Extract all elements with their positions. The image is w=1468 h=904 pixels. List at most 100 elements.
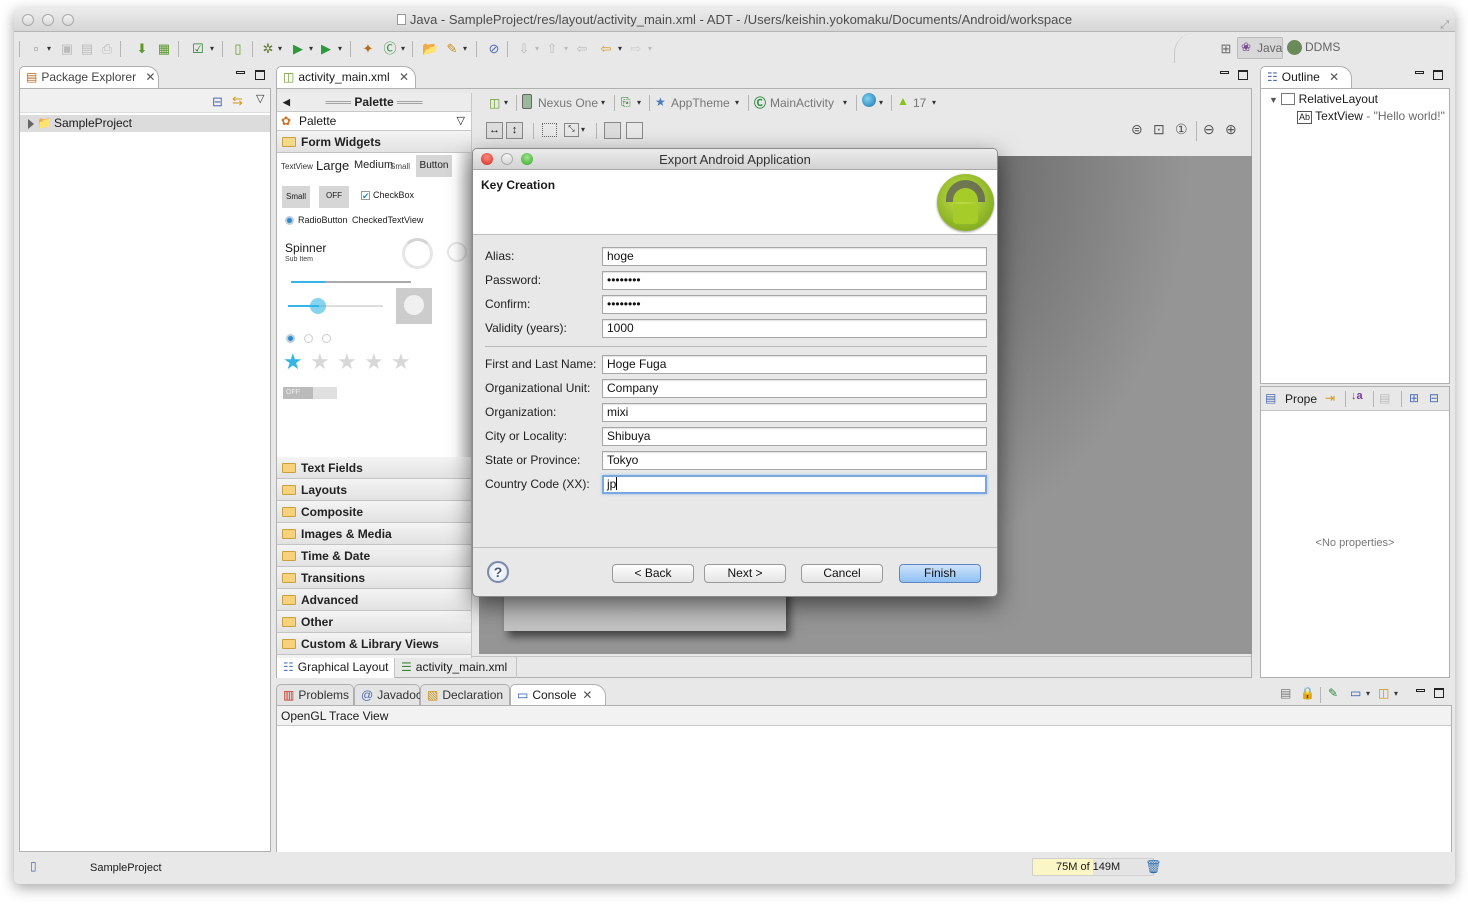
garbage-collect-icon[interactable]: 🗑 (1145, 859, 1162, 875)
locale-icon[interactable] (862, 93, 876, 107)
widget-small-text[interactable]: Small (390, 162, 410, 171)
open-perspective-icon[interactable]: ⊞ (1218, 41, 1234, 57)
display-console-icon[interactable]: ▭ (1350, 686, 1361, 700)
open-console-dropdown-icon[interactable]: ▾ (1394, 689, 1398, 698)
palette-category[interactable]: Layouts (277, 479, 471, 501)
minimize-icon[interactable] (1416, 689, 1425, 692)
dialog-zoom-button[interactable] (521, 153, 533, 165)
api-level-dropdown-icon[interactable]: ▾ (932, 98, 936, 107)
activity-dropdown-icon[interactable]: ▾ (843, 98, 847, 107)
close-icon[interactable]: ✕ (1329, 70, 1339, 84)
external-tools-dropdown-icon[interactable]: ▾ (332, 41, 348, 57)
lint-dropdown-icon[interactable]: ▾ (204, 41, 220, 57)
layout-width-icon[interactable] (604, 122, 621, 139)
maximize-icon[interactable] (255, 70, 265, 80)
palette-category[interactable]: Custom & Library Views (277, 633, 471, 655)
api-level-selector[interactable]: 17 (913, 96, 926, 110)
dialog-close-button[interactable] (481, 153, 493, 165)
locale-dropdown-icon[interactable]: ▾ (879, 98, 883, 107)
scroll-lock-icon[interactable]: 🔒 (1300, 686, 1315, 700)
forward-dropdown-icon[interactable]: ▾ (642, 41, 658, 57)
back-dropdown-icon[interactable]: ▾ (612, 41, 628, 57)
zoom-real-size-icon[interactable]: ⊜ (1131, 121, 1143, 138)
dialog-minimize-button[interactable] (501, 153, 513, 165)
field-input[interactable]: Company (602, 379, 987, 398)
widget-ratingbar[interactable]: ★ ★ ★ ★ ★ (283, 351, 423, 375)
field-input[interactable]: jp (602, 475, 987, 494)
maximize-icon[interactable] (1433, 70, 1443, 80)
widget-button[interactable]: Button (416, 155, 452, 177)
search-dropdown-icon[interactable]: ▾ (457, 41, 473, 57)
back-button[interactable]: < Back (612, 564, 694, 583)
layout-height-icon[interactable] (626, 122, 643, 139)
widget-checkbox[interactable]: CheckBox (373, 190, 414, 200)
ddms-perspective-button[interactable]: DDMS (1287, 37, 1347, 59)
widget-large-text[interactable]: Large (316, 158, 349, 173)
heap-status[interactable]: 75M of 149M (1032, 858, 1154, 876)
orientation-dropdown-icon[interactable]: ▾ (637, 98, 641, 107)
seekbar-thumb[interactable] (310, 298, 326, 314)
widget-spinner[interactable]: Spinner (285, 241, 326, 255)
close-window-button[interactable] (22, 14, 34, 26)
show-advanced-icon[interactable]: ⇥ (1325, 391, 1335, 405)
toggle-mark-occurrences-icon[interactable]: ⊘ (486, 41, 502, 57)
palette-category[interactable]: Images & Media (277, 523, 471, 545)
next-button[interactable]: Next > (704, 564, 786, 583)
save-all-icon[interactable]: ▤ (79, 41, 95, 57)
palette-category[interactable]: Text Fields (277, 457, 471, 479)
palette-category-form-widgets[interactable]: Form Widgets (277, 131, 471, 153)
minimize-icon[interactable] (236, 71, 245, 74)
outline-item-textview[interactable]: Ab TextView - "Hello world!" (1297, 109, 1445, 124)
help-icon[interactable]: ? (487, 561, 509, 583)
properties-tab-label[interactable]: Prope (1285, 392, 1317, 406)
link-with-editor-icon[interactable]: ⇆ (232, 93, 243, 109)
activity-selector[interactable]: MainActivity (770, 96, 834, 110)
configuration-icon[interactable]: ◫ (489, 96, 500, 110)
zoom-100-icon[interactable]: ① (1175, 121, 1188, 138)
tab-console[interactable]: ▭ Console ✕ (510, 684, 606, 706)
expanded-icon[interactable]: ▼ (1269, 95, 1278, 105)
widget-checked-textview[interactable]: CheckedTextView (352, 215, 423, 225)
display-console-dropdown-icon[interactable]: ▾ (1366, 689, 1370, 698)
tab-javadoc[interactable]: @ Javadoc (354, 684, 422, 706)
tab-declaration[interactable]: ▧ Declaration (420, 684, 510, 706)
widget-medium-text[interactable]: Medium (354, 159, 393, 171)
field-input[interactable]: mixi (602, 403, 987, 422)
widget-textview[interactable]: TextView (281, 162, 313, 171)
fill-width-icon[interactable]: ↔ (486, 122, 503, 139)
configuration-dropdown-icon[interactable]: ▾ (504, 98, 508, 107)
tab-package-explorer[interactable]: ▤ Package Explorer ✕ (19, 66, 159, 88)
widget-switch[interactable]: OFF (283, 387, 337, 399)
minimize-icon[interactable] (1415, 71, 1424, 74)
collapse-all-icon[interactable]: ⊟ (212, 94, 223, 110)
field-input[interactable]: •••••••• (602, 295, 987, 314)
maximize-icon[interactable] (1434, 688, 1444, 698)
debug-dropdown-icon[interactable]: ▾ (272, 41, 288, 57)
fill-height-icon[interactable]: ↕ (506, 122, 523, 139)
zoom-in-icon[interactable]: ⊕ (1225, 121, 1237, 138)
maximize-icon[interactable] (1238, 70, 1248, 80)
collapse-all-icon[interactable]: ⊟ (1429, 391, 1439, 405)
expand-all-icon[interactable]: ⊞ (1409, 391, 1419, 405)
palette-category[interactable]: Other (277, 611, 471, 633)
theme-dropdown-icon[interactable]: ▾ (735, 98, 739, 107)
sort-alphabetically-icon[interactable]: ↓a (1351, 390, 1363, 402)
device-dropdown-icon[interactable]: ▾ (601, 98, 605, 107)
gravity-icon[interactable]: ⤡ (564, 123, 579, 137)
device-selector[interactable]: Nexus One (538, 96, 598, 110)
save-icon[interactable]: ▣ (59, 41, 75, 57)
next-annotation-dropdown-icon[interactable]: ▾ (529, 41, 545, 57)
finish-button[interactable]: Finish (899, 564, 981, 583)
new-dropdown-icon[interactable]: ▾ (41, 41, 57, 57)
close-icon[interactable]: ✕ (582, 688, 592, 702)
palette-menu-icon[interactable]: ▽ (457, 112, 465, 130)
palette-category[interactable]: Composite (277, 501, 471, 523)
palette-category[interactable]: Time & Date (277, 545, 471, 567)
theme-selector[interactable]: AppTheme (671, 96, 730, 110)
tab-graphical-layout[interactable]: ☷ Graphical Layout (277, 657, 395, 678)
avd-manager-icon[interactable]: ▦ (156, 41, 172, 57)
field-input[interactable]: Tokyo (602, 451, 987, 470)
margins-icon[interactable] (542, 123, 557, 137)
collapse-palette-icon[interactable]: ◀ (283, 93, 290, 111)
expand-icon[interactable] (28, 118, 34, 129)
